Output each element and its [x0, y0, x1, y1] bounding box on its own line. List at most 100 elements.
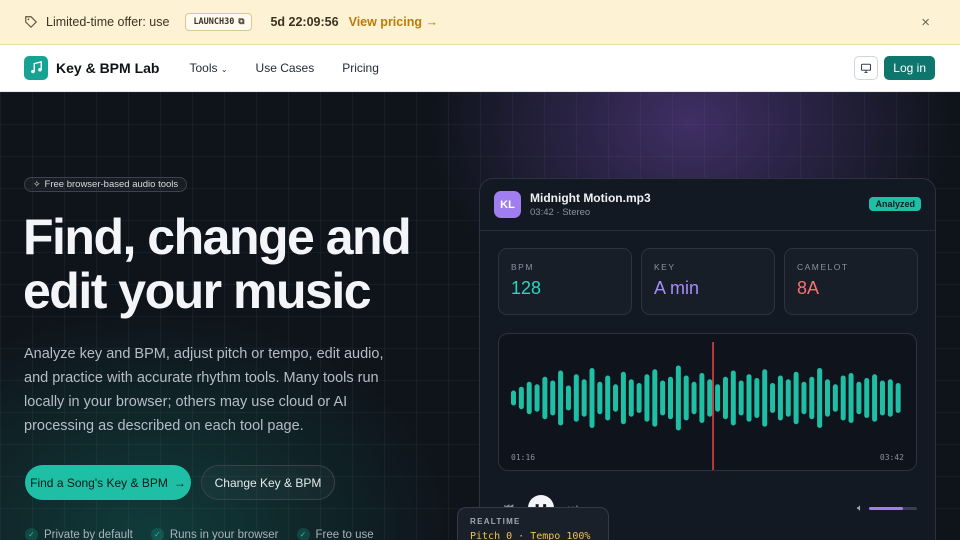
feature-item: ✓ Private by default	[25, 528, 133, 540]
feature-label: Free to use	[315, 528, 374, 540]
hero-section: ✧ Free browser-based audio tools Find, c…	[0, 92, 960, 540]
nav-pricing[interactable]: Pricing	[342, 61, 379, 75]
feature-item: ✓ Free to use	[296, 528, 374, 540]
waveform-bar	[770, 383, 776, 413]
realtime-value: Pitch 0 · Tempo 100%	[470, 531, 591, 540]
waveform-bar	[526, 381, 532, 415]
waveform-bar	[691, 381, 697, 415]
waveform-bar	[895, 383, 901, 413]
feature-label: Private by default	[44, 528, 133, 540]
stat-camelot: CAMELOT 8A	[784, 248, 918, 315]
nav-actions: Log in	[854, 56, 935, 80]
waveform-bar	[550, 380, 556, 416]
promo-code-label: LAUNCH30	[193, 17, 235, 27]
avatar: KL	[494, 191, 521, 218]
chevron-down-icon: ⌄	[220, 65, 228, 74]
waveform-bar	[864, 378, 870, 418]
view-pricing-link[interactable]: View pricing →	[349, 15, 438, 29]
waveform-bar	[777, 375, 783, 421]
stat-bpm: BPM 128	[498, 248, 632, 315]
promo-countdown: 5d 22:09:56	[270, 15, 339, 29]
volume-slider[interactable]	[869, 507, 917, 510]
waveform-bar	[636, 383, 642, 413]
file-info: Midnight Motion.mp3 03:42 · Stereo	[530, 191, 651, 218]
promo-code[interactable]: LAUNCH30 ⧉	[185, 13, 253, 31]
waveform-bar	[644, 374, 650, 422]
waveform-panel[interactable]: 01:16 03:42	[498, 333, 917, 471]
file-name: Midnight Motion.mp3	[530, 191, 651, 205]
waveform[interactable]	[499, 334, 917, 471]
waveform-bar	[730, 370, 736, 426]
waveform-bar	[762, 369, 768, 427]
find-key-bpm-button[interactable]: Find a Song's Key & BPM →	[25, 465, 191, 500]
waveform-bar	[597, 381, 603, 415]
copy-icon: ⧉	[238, 17, 245, 27]
volume-icon: 🔈︎	[857, 503, 863, 514]
brand-name[interactable]: Key & BPM Lab	[56, 60, 159, 76]
analysis-card: KL Midnight Motion.mp3 03:42 · Stereo An…	[479, 178, 936, 540]
waveform-bar	[785, 379, 791, 417]
card-header: KL Midnight Motion.mp3 03:42 · Stereo An…	[480, 179, 935, 231]
login-button[interactable]: Log in	[884, 56, 935, 80]
waveform-bar	[542, 376, 548, 420]
file-meta: 03:42 · Stereo	[530, 207, 591, 218]
waveform-bar	[707, 379, 713, 417]
volume-level	[869, 507, 903, 510]
waveform-bar	[518, 386, 524, 410]
waveform-bar	[565, 385, 571, 411]
hero-pill-label: Free browser-based audio tools	[44, 179, 179, 190]
monitor-icon	[861, 63, 872, 74]
sparkle-icon: ✧	[33, 179, 41, 189]
waveform-bar	[668, 376, 673, 420]
status-badge: Analyzed	[869, 197, 921, 211]
stat-label: BPM	[511, 262, 534, 272]
stat-label: KEY	[654, 262, 676, 272]
nav-tools-label: Tools	[189, 61, 218, 75]
nav-use-cases[interactable]: Use Cases	[256, 61, 315, 75]
volume-control: 🔈︎	[857, 503, 917, 514]
playhead[interactable]	[712, 342, 714, 470]
find-key-bpm-label: Find a Song's Key & BPM	[30, 475, 168, 490]
stat-key: KEY A min	[641, 248, 775, 315]
nav-tools[interactable]: Tools ⌄	[189, 61, 227, 75]
realtime-panel: REALTIME Pitch 0 · Tempo 100%	[457, 507, 609, 540]
waveform-bar	[511, 390, 516, 406]
waveform-bar	[872, 374, 878, 422]
hero-title: Find, change and edit your music	[23, 209, 412, 319]
waveform-bar	[887, 379, 893, 417]
top-nav: Key & BPM Lab Tools ⌄ Use Cases Pricing …	[0, 45, 960, 92]
hero-pill: ✧ Free browser-based audio tools	[24, 177, 188, 192]
waveform-bar	[817, 368, 823, 428]
waveform-bar	[628, 379, 634, 417]
waveform-bar	[573, 374, 579, 422]
realtime-label: REALTIME	[470, 517, 521, 526]
waveform-bar	[801, 381, 807, 415]
feature-list: ✓ Private by default ✓ Runs in your browse…	[25, 528, 374, 540]
close-icon[interactable]: ×	[921, 14, 930, 31]
stat-value: 8A	[797, 278, 820, 298]
nav-links: Tools ⌄ Use Cases Pricing	[189, 61, 378, 75]
feature-label: Runs in your browser	[169, 528, 279, 540]
music-note-icon[interactable]	[24, 56, 48, 80]
waveform-bar	[683, 375, 689, 421]
waveform-bar	[605, 375, 611, 421]
waveform-bar	[660, 380, 666, 416]
waveform-bar	[581, 379, 587, 417]
waveform-bar	[534, 384, 540, 412]
waveform-bar	[809, 376, 815, 420]
arrow-right-icon: →	[173, 475, 186, 490]
waveform-bar	[738, 380, 744, 416]
stat-label: CAMELOT	[797, 262, 849, 272]
promo-text: Limited-time offer: use	[46, 15, 170, 29]
change-key-bpm-button[interactable]: Change Key & BPM	[201, 465, 335, 500]
waveform-bar	[715, 384, 721, 412]
check-icon: ✓	[296, 528, 310, 540]
waveform-bar	[840, 375, 846, 421]
feature-item: ✓ Runs in your browser	[150, 528, 279, 540]
waveform-bar	[675, 365, 681, 431]
hero-description: Analyze key and BPM, adjust pitch or tem…	[24, 346, 384, 434]
stat-value: 128	[511, 278, 542, 298]
theme-toggle-button[interactable]	[854, 56, 879, 80]
promo-banner: Limited-time offer: use LAUNCH30 ⧉ 5d 22:…	[0, 0, 960, 45]
waveform-bar	[652, 369, 658, 427]
